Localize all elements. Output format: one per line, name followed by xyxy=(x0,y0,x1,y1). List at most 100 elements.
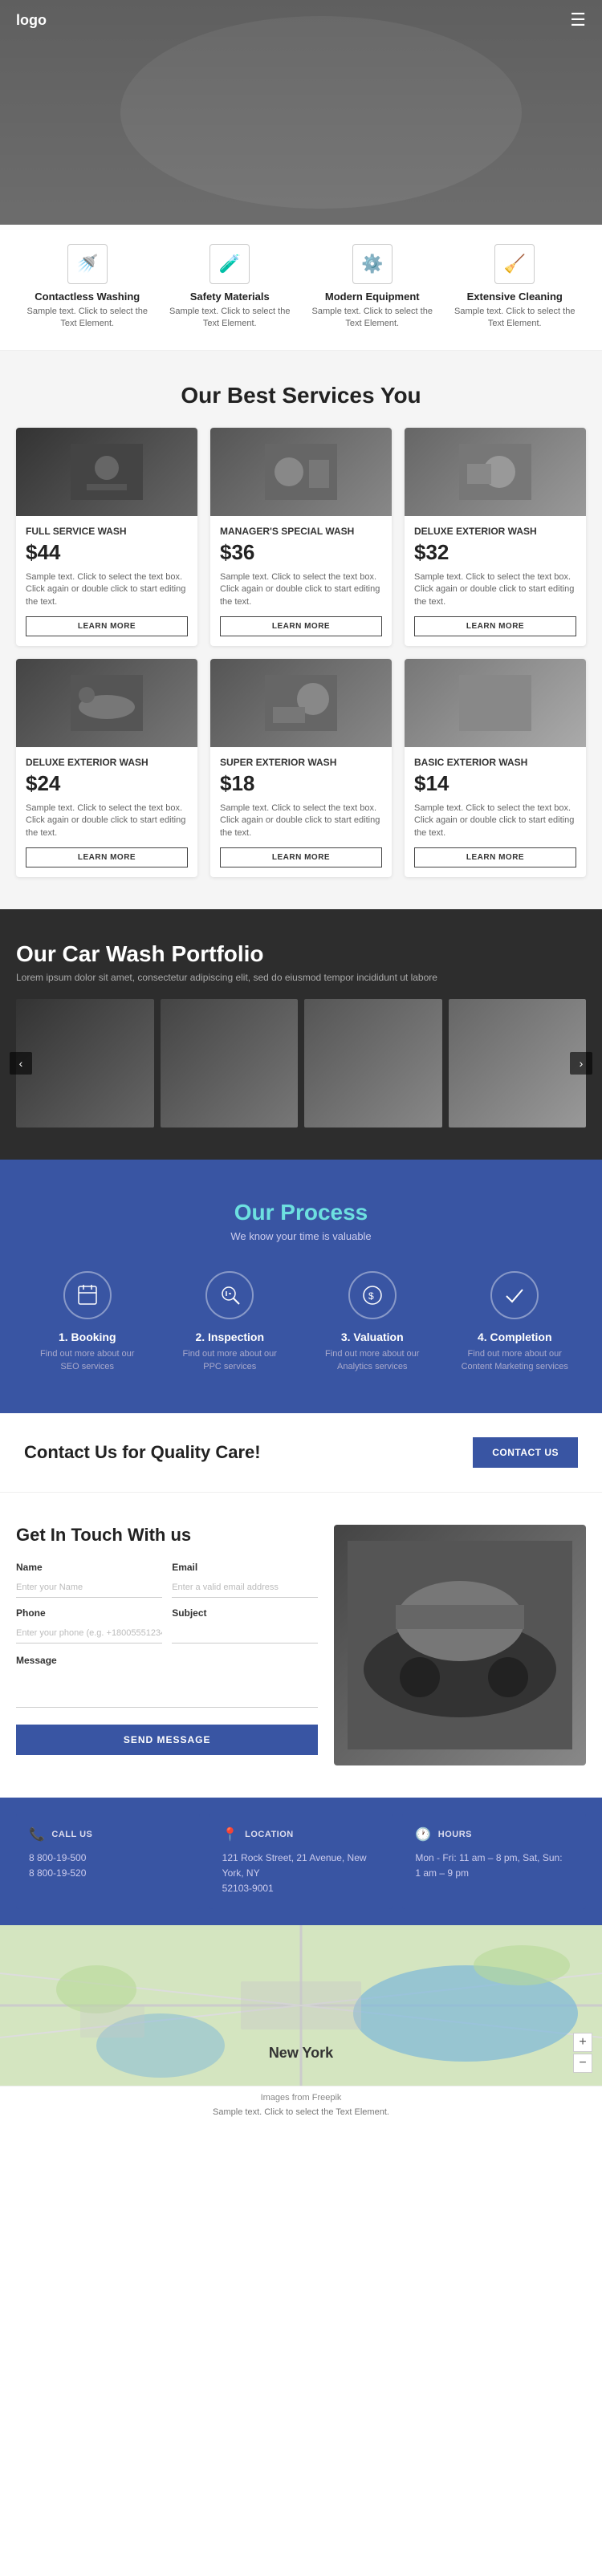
service-img-3 xyxy=(16,659,197,747)
hours-lines: Mon - Fri: 11 am – 8 pm, Sat, Sun: 1 am … xyxy=(415,1851,573,1881)
call-line-0: 8 800-19-500 xyxy=(29,1851,187,1866)
process-0-desc: Find out more about our SEO services xyxy=(31,1348,144,1373)
process-0-num: 1. Booking xyxy=(59,1331,116,1343)
info-box-call: 📞 Call Us 8 800-19-500 8 800-19-520 xyxy=(16,1814,200,1910)
feature-1-title: Safety Materials xyxy=(190,291,270,303)
location-header: 📍 Location xyxy=(222,1826,380,1843)
process-2-desc: Find out more about our Analytics servic… xyxy=(316,1348,429,1373)
subject-input[interactable] xyxy=(172,1622,318,1644)
zoom-out-btn[interactable]: − xyxy=(573,2054,592,2073)
service-3-name: Deluxe Exterior Wash xyxy=(26,757,188,768)
service-2-btn[interactable]: Learn More xyxy=(414,616,576,636)
service-2-desc: Sample text. Click to select the text bo… xyxy=(414,571,576,608)
services-grid: Full Service Wash $44 Sample text. Click… xyxy=(16,428,586,877)
valuation-icon: $ xyxy=(348,1271,397,1319)
process-step-valuation: $ 3. Valuation Find out more about our A… xyxy=(316,1271,429,1373)
service-1-price: $36 xyxy=(220,540,382,565)
feature-3-desc: Sample text. Click to select the Text El… xyxy=(450,306,579,331)
service-4-name: Super Exterior Wash xyxy=(220,757,382,768)
inspection-icon xyxy=(205,1271,254,1319)
process-2-num: 3. Valuation xyxy=(341,1331,404,1343)
process-1-desc: Find out more about our PPC services xyxy=(173,1348,286,1373)
service-0-btn[interactable]: Learn More xyxy=(26,616,188,636)
service-3-desc: Sample text. Click to select the text bo… xyxy=(26,802,188,839)
form-group-name: Name xyxy=(16,1562,162,1598)
process-1-num: 2. Inspection xyxy=(195,1331,264,1343)
hamburger-menu[interactable]: ☰ xyxy=(570,10,586,30)
footer-sample-text: Sample text. Click to select the Text El… xyxy=(16,2107,586,2117)
site-header: logo ☰ xyxy=(0,0,602,40)
call-title: Call Us xyxy=(51,1830,92,1839)
feature-equipment: ⚙️ Modern Equipment Sample text. Click t… xyxy=(308,244,437,331)
slider-left-arrow[interactable]: ‹ xyxy=(10,1052,32,1075)
cta-button[interactable]: Contact Us xyxy=(473,1437,578,1468)
service-5-name: Basic Exterior Wash xyxy=(414,757,576,768)
name-input[interactable] xyxy=(16,1576,162,1598)
best-services-title: Our Best Services You xyxy=(16,383,586,408)
service-2-name: Deluxe Exterior Wash xyxy=(414,526,576,537)
map-zoom-controls: + − xyxy=(573,2033,592,2073)
contact-form-side: Get In Touch With us Name Email Phone Su… xyxy=(16,1525,318,1765)
service-card-4: Super Exterior Wash $18 Sample text. Cli… xyxy=(210,659,392,877)
safety-icon: 🧪 xyxy=(209,244,250,284)
form-group-phone: Phone xyxy=(16,1607,162,1644)
booking-icon xyxy=(63,1271,112,1319)
feature-contactless: 🚿 Contactless Washing Sample text. Click… xyxy=(23,244,152,331)
service-1-name: Manager's Special Wash xyxy=(220,526,382,537)
call-header: 📞 Call Us xyxy=(29,1826,187,1843)
contact-section: Get In Touch With us Name Email Phone Su… xyxy=(0,1493,602,1798)
form-group-email: Email xyxy=(172,1562,318,1598)
process-title: Our Process xyxy=(16,1200,586,1225)
hours-line-0: Mon - Fri: 11 am – 8 pm, Sat, Sun: xyxy=(415,1851,573,1866)
message-label: Message xyxy=(16,1655,57,1666)
email-input[interactable] xyxy=(172,1576,318,1598)
service-4-btn[interactable]: Learn More xyxy=(220,847,382,867)
service-5-btn[interactable]: Learn More xyxy=(414,847,576,867)
process-step-booking: 1. Booking Find out more about our SEO s… xyxy=(31,1271,144,1373)
phone-input[interactable] xyxy=(16,1622,162,1644)
message-input[interactable] xyxy=(16,1668,318,1708)
map-section: New York + − xyxy=(0,1925,602,2086)
service-img-0 xyxy=(16,428,197,516)
contact-image xyxy=(334,1525,586,1765)
service-3-btn[interactable]: Learn More xyxy=(26,847,188,867)
portfolio-img-1 xyxy=(16,999,154,1128)
subject-label: Subject xyxy=(172,1607,318,1619)
portfolio-title: Our Car Wash Portfolio xyxy=(16,941,586,967)
service-4-price: $18 xyxy=(220,771,382,796)
info-boxes: 📞 Call Us 8 800-19-500 8 800-19-520 📍 Lo… xyxy=(0,1798,602,1926)
service-0-desc: Sample text. Click to select the text bo… xyxy=(26,571,188,608)
completion-icon xyxy=(490,1271,539,1319)
process-subtitle: We know your time is valuable xyxy=(16,1230,586,1242)
feature-2-desc: Sample text. Click to select the Text El… xyxy=(308,306,437,331)
service-card-1: Manager's Special Wash $36 Sample text. … xyxy=(210,428,392,646)
portfolio-section: Our Car Wash Portfolio Lorem ipsum dolor… xyxy=(0,909,602,1160)
feature-0-desc: Sample text. Click to select the Text El… xyxy=(23,306,152,331)
service-0-name: Full Service Wash xyxy=(26,526,188,537)
map-placeholder: New York + − xyxy=(0,1925,602,2086)
service-1-btn[interactable]: Learn More xyxy=(220,616,382,636)
send-button[interactable]: Send Message xyxy=(16,1725,318,1755)
call-icon: 📞 xyxy=(29,1826,45,1843)
feature-0-title: Contactless Washing xyxy=(35,291,140,303)
feature-2-title: Modern Equipment xyxy=(325,291,420,303)
service-3-price: $24 xyxy=(26,771,188,796)
portfolio-img-2 xyxy=(161,999,299,1128)
feature-safety: 🧪 Safety Materials Sample text. Click to… xyxy=(165,244,294,331)
form-row-name-email: Name Email xyxy=(16,1562,318,1598)
form-row-phone-subject: Phone Subject xyxy=(16,1607,318,1644)
feature-1-desc: Sample text. Click to select the Text El… xyxy=(165,306,294,331)
portfolio-slider: ‹ › xyxy=(16,999,586,1128)
service-img-2 xyxy=(405,428,586,516)
phone-label: Phone xyxy=(16,1607,162,1619)
portfolio-img-3 xyxy=(304,999,442,1128)
service-img-4 xyxy=(210,659,392,747)
form-group-subject: Subject xyxy=(172,1607,318,1644)
svg-text:$: $ xyxy=(368,1290,374,1302)
call-line-1: 8 800-19-520 xyxy=(29,1866,187,1881)
info-box-hours: 🕐 Hours Mon - Fri: 11 am – 8 pm, Sat, Su… xyxy=(402,1814,586,1910)
slider-right-arrow[interactable]: › xyxy=(570,1052,592,1075)
service-5-price: $14 xyxy=(414,771,576,796)
zoom-in-btn[interactable]: + xyxy=(573,2033,592,2052)
service-0-price: $44 xyxy=(26,540,188,565)
